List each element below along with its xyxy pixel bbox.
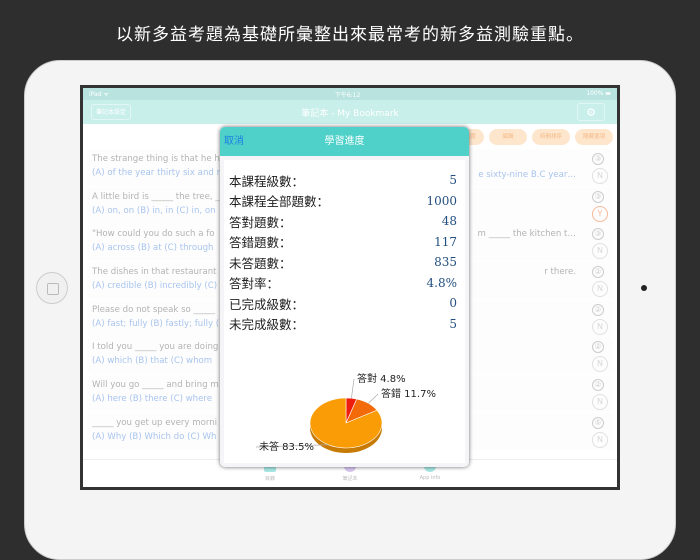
level-badge: ② <box>592 266 604 279</box>
stat-row: 已完成級數： 0 <box>224 293 465 314</box>
stat-row: 未完成級數： 5 <box>224 314 465 335</box>
stat-label: 未答題數： <box>229 255 292 271</box>
stat-row: 未答題數： 835 <box>224 252 465 273</box>
question-text-tail: m _____ the kitchen t… <box>477 229 577 240</box>
mark-n-icon[interactable]: N <box>592 431 608 448</box>
stat-row: 答對率： 4.8% <box>224 273 465 294</box>
modal-header: 取消 學習進度 <box>220 127 469 156</box>
pie-leader-line <box>368 393 379 404</box>
stat-value: 5 <box>449 173 457 188</box>
tab-label: 目錄 <box>264 476 275 482</box>
answer-options-tail: e sixty-nine B.C year… <box>478 170 576 180</box>
stat-value: 0 <box>449 296 457 311</box>
level-badge: ③ <box>592 153 604 165</box>
page-title: 筆記本 - My Bookmark <box>301 108 399 119</box>
stat-label: 未完成級數： <box>229 317 305 333</box>
stat-label: 已完成級數： <box>229 296 305 312</box>
device-label: iPad ᯤ <box>89 91 109 98</box>
battery: 100% ▬ <box>586 90 611 97</box>
stat-value: 4.8% <box>426 275 458 290</box>
mark-n-icon[interactable]: N <box>592 394 608 411</box>
progress-pie-chart: 答對 4.8% 答錯 11.7% 未答 83.5% <box>255 372 436 453</box>
mark-y-icon[interactable]: Y <box>592 205 608 222</box>
sort-by-time-button[interactable]: 時間排序 <box>532 129 570 145</box>
mark-n-icon[interactable]: N <box>592 318 608 335</box>
clock: 下午6:12 <box>334 92 361 99</box>
stat-label: 本課程級數： <box>229 173 305 189</box>
modal-body: 本課程級數： 5 本課程全部題數： 1000 答對題數： 48 答錯題數： 117 未答題數： 8… <box>224 160 465 463</box>
stat-row: 答錯題數： 117 <box>224 232 465 253</box>
stat-label: 答錯題數： <box>229 235 292 251</box>
pie-label: 答對 4.8% <box>357 372 406 385</box>
stats-list: 本課程級數： 5 本課程全部題數： 1000 答對題數： 48 答錯題數： 117 未答題數： 8… <box>224 160 465 334</box>
nav-bar: 筆記本設定 筆記本 - My Bookmark ⚙ <box>83 100 617 124</box>
status-bar: iPad ᯤ 下午6:12 100% ▬ <box>83 88 617 100</box>
stat-label: 本課程全部題數： <box>229 194 330 210</box>
stat-value: 48 <box>441 214 457 229</box>
modal-title: 學習進度 <box>324 136 365 147</box>
edit-button[interactable]: 編輯 <box>489 129 527 145</box>
tab-label: 筆記本 <box>342 476 358 482</box>
mark-n-icon[interactable]: N <box>592 281 608 298</box>
pie-label: 未答 83.5% <box>259 440 314 453</box>
level-badge: ② <box>592 303 604 316</box>
stat-row: 本課程級數： 5 <box>224 170 465 191</box>
stat-value: 117 <box>434 234 457 249</box>
camera <box>641 285 647 291</box>
progress-modal: 取消 學習進度 本課程級數： 5 本課程全部題數： 1000 答對題數： 48 答錯題數： 1… <box>220 127 469 467</box>
level-badge: ③ <box>592 190 604 203</box>
stat-value: 1000 <box>426 193 457 208</box>
cancel-button[interactable]: 取消 <box>224 127 244 156</box>
mark-n-icon[interactable]: N <box>592 356 608 373</box>
stat-label: 答對題數： <box>229 214 292 230</box>
stat-value: 835 <box>434 255 457 270</box>
pie-leader-line <box>351 378 355 399</box>
home-button <box>36 272 68 304</box>
stat-label: 答對率： <box>229 276 280 292</box>
tab-label: App info <box>419 475 441 481</box>
headline: 以新多益考題為基礎所彙整出來最常考的新多益測驗重點。 <box>116 25 584 45</box>
stat-row: 本課程全部題數： 1000 <box>224 191 465 212</box>
mark-n-icon[interactable]: N <box>592 243 608 260</box>
gear-icon[interactable]: ⚙ <box>577 103 605 121</box>
pie-label: 答錯 11.7% <box>381 387 436 400</box>
question-text-tail: r there. <box>544 267 576 278</box>
mark-n-icon[interactable]: N <box>592 168 608 184</box>
hide-options-button[interactable]: 隱藏選項 <box>575 129 613 145</box>
stat-row: 答對題數： 48 <box>224 211 465 232</box>
stat-value: 5 <box>449 316 457 331</box>
level-badge: ⑤ <box>592 416 604 429</box>
notebook-settings-button[interactable]: 筆記本設定 <box>91 104 132 120</box>
